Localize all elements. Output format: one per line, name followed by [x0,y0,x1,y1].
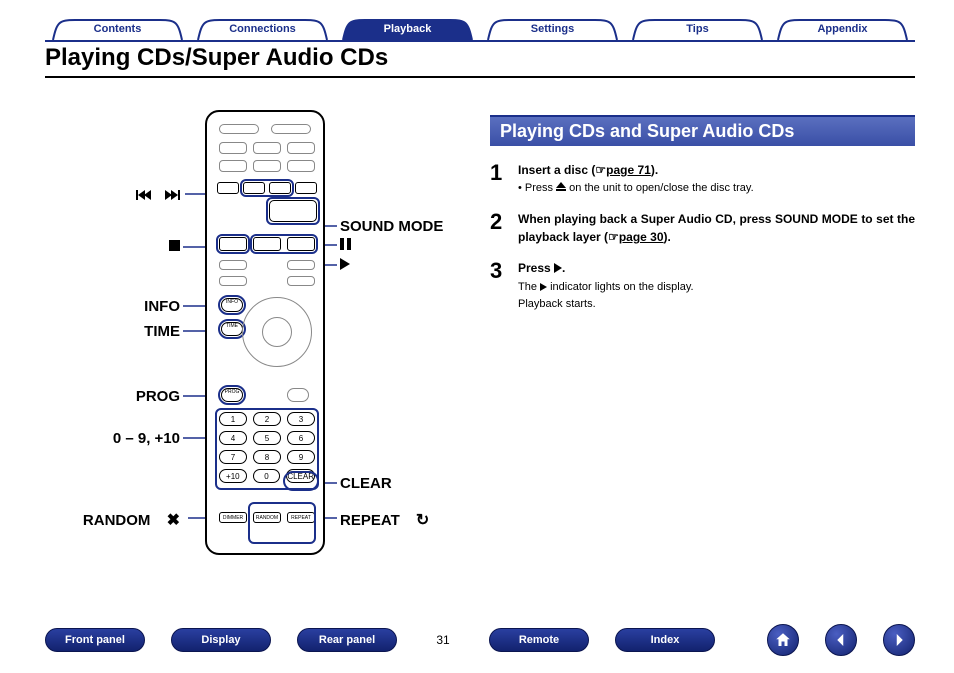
step-3: 3 Press . The indicator lights on the di… [490,260,915,313]
steps: 1 Insert a disc (☞page 71). Press on the… [490,162,915,313]
remote-numpad: 1 2 3 4 5 6 7 8 9 +10 0 CLEAR [219,412,315,488]
content-right: Playing CDs and Super Audio CDs 1 Insert… [490,115,915,327]
top-tabs: Contents Connections Playback Settings T… [45,18,915,40]
step-number: 3 [490,260,508,313]
remote-prog: PROG [221,388,243,402]
tab-label: Settings [480,18,625,40]
eject-icon [556,182,566,192]
tab-connections[interactable]: Connections [190,18,335,40]
remote-plus10: +10 [219,469,247,483]
footer-display[interactable]: Display [171,628,271,652]
step-title: Insert a disc (☞page 71). [518,162,915,179]
remote-next [269,182,291,194]
tab-settings[interactable]: Settings [480,18,625,40]
remote-info: INFO [221,298,243,312]
footer: Front panel Display Rear panel 31 Remote… [45,625,915,655]
step-2: 2 When playing back a Super Audio CD, pr… [490,211,915,246]
page-number: 31 [423,633,463,647]
highlight-random-repeat [248,502,316,544]
remote-num: 8 [253,450,281,464]
remote-rew [217,182,239,194]
remote-random: RANDOM [253,512,281,523]
tab-label: Appendix [770,18,915,40]
footer-remote[interactable]: Remote [489,628,589,652]
top-rule [45,40,915,42]
remote-num: 9 [287,450,315,464]
remote-num: 4 [219,431,247,445]
page-title: Playing CDs/Super Audio CDs [45,44,388,72]
tab-label: Contents [45,18,190,40]
remote-play [253,237,281,251]
pointer-icon: ☞ [608,230,619,244]
remote-bottom-row: DIMMER RANDOM REPEAT [219,512,315,523]
remote-dimmer: DIMMER [219,512,247,523]
step-sub: Press on the unit to open/close the disc… [518,181,915,197]
link-page-71[interactable]: page 71 [606,163,651,177]
step-title: When playing back a Super Audio CD, pres… [518,211,915,246]
back-icon[interactable] [825,624,857,656]
remote-num: 0 [253,469,281,483]
remote-num: 7 [219,450,247,464]
tab-label: Playback [335,18,480,40]
footer-front-panel[interactable]: Front panel [45,628,145,652]
link-page-30[interactable]: page 30 [619,230,664,244]
step-sub: Playback starts. [518,297,915,313]
remote-num: 6 [287,431,315,445]
play-icon [554,263,562,273]
remote-clear: CLEAR [286,469,315,483]
remote-num: 3 [287,412,315,426]
remote-num: 1 [219,412,247,426]
step-number: 1 [490,162,508,197]
remote-num: 2 [253,412,281,426]
footer-index[interactable]: Index [615,628,715,652]
footer-rear-panel[interactable]: Rear panel [297,628,397,652]
pointer-icon: ☞ [595,163,606,177]
tab-appendix[interactable]: Appendix [770,18,915,40]
tab-playback[interactable]: Playback [335,18,480,40]
remote-stop [219,237,247,251]
remote-diagram: INFO TIME PROG 0 – 9, +10 RANDOM ✖ SOUND… [60,110,470,580]
tab-label: Tips [625,18,770,40]
remote-num: 5 [253,431,281,445]
step-number: 2 [490,211,508,246]
remote-sound-mode [269,200,317,222]
remote-body: INFO TIME PROG 1 2 3 4 5 6 7 8 9 [205,110,325,555]
section-title: Playing CDs and Super Audio CDs [490,115,915,146]
remote-prev [243,182,265,194]
tab-tips[interactable]: Tips [625,18,770,40]
step-title: Press . [518,260,915,277]
step-sub: The indicator lights on the display. [518,280,915,296]
tab-contents[interactable]: Contents [45,18,190,40]
remote-repeat: REPEAT [287,512,315,523]
play-icon [540,283,547,291]
remote-time: TIME [221,322,243,336]
forward-icon[interactable] [883,624,915,656]
step-1: 1 Insert a disc (☞page 71). Press on the… [490,162,915,197]
remote-ff [295,182,317,194]
home-icon[interactable] [767,624,799,656]
tab-label: Connections [190,18,335,40]
remote-pause [287,237,315,251]
title-rule [45,76,915,78]
